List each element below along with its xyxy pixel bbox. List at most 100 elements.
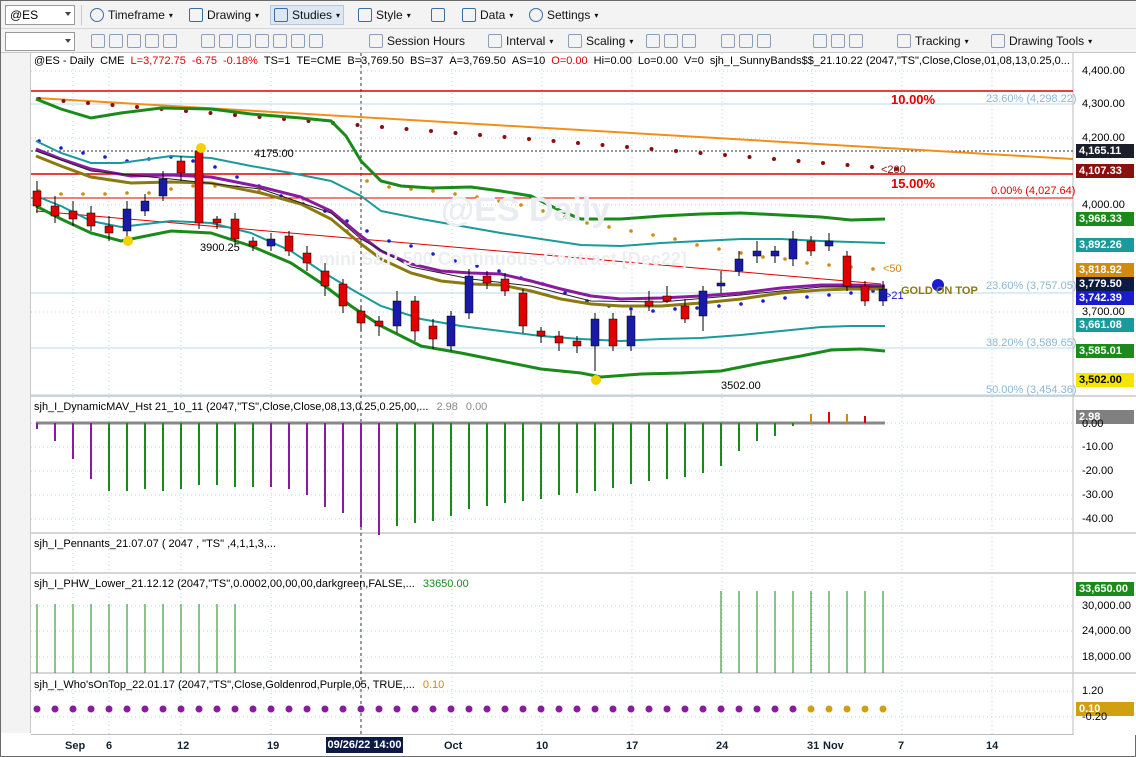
high-annotation: 4175.00 [254,148,294,160]
main-pane-title: @ES - Daily CME L=3,772.75 -6.75 -0.18% TS=1 T… [34,55,1076,67]
candle-body [824,240,834,247]
candle-body [788,238,798,260]
candle-body [644,300,654,307]
bid-value: B=3,769.50 [347,55,404,67]
x-axis-label: 12 [177,740,190,752]
ma200-dot [380,125,384,129]
candle-body [284,235,294,252]
ma21-dot [717,304,721,308]
candle-body [770,250,780,257]
candle-body [554,335,564,344]
ind2-title: sjh_I_Pennants_21.07.07 ( 2047 , "TS" ,4… [34,538,277,550]
ma200-dot [821,161,825,165]
ma21-dot [191,159,195,163]
candle-body [752,250,762,257]
ind4-dot [753,705,761,713]
te-value: TE=CME [296,55,342,67]
candle-body [842,255,852,287]
ma50-label: <50 [883,263,902,275]
ma21-dot [739,302,743,306]
ma200-dot [870,165,874,169]
ind4-dot [699,705,707,713]
candle-body [716,282,726,287]
ind4-dot [285,705,293,713]
ma50-dot [761,255,765,259]
ind4-dot [51,705,59,713]
candle-body [680,305,690,320]
ind1-title: sjh_I_DynamicMAV_Hst 21_10_11 (2047,"TS"… [34,401,488,413]
ma21-dot [59,146,63,150]
candle-body [464,275,474,314]
ind4-dot [249,705,257,713]
price-box-lower-teal: 3,661.08 [1076,318,1134,332]
pivot-high-dot [196,143,206,153]
ma50-dot [629,229,633,233]
candle-body [374,320,384,327]
candle-body [338,283,348,307]
candle-body [392,300,402,327]
ma21-dot [81,151,85,155]
ma50-dot [871,267,875,271]
ind4-title: sjh_I_Who'sOnTop_22.01.17 (2047,"TS",Clo… [34,679,445,691]
ma50-dot [717,247,721,251]
x-axis-label: 6 [106,740,113,752]
ind4-dot [609,705,617,713]
ind3-axis-label: 18,000.00 [1082,651,1131,663]
ind4-axis-label: -0.20 [1082,711,1108,723]
ind4-dot [393,705,401,713]
change-value: -6.75 [191,55,217,67]
ind4-dot [69,705,77,713]
ma200-dot [796,159,801,163]
chart-window: @ES Timeframe ▾ Drawing ▾ Studies ▾ Style ▾ … [0,0,1136,757]
ind4-dot [483,705,491,713]
ind4-dot [105,705,113,713]
ma21-dot [409,244,413,248]
ind4-dot [411,705,419,713]
ind4-dot [141,705,149,713]
candle-body [626,315,636,347]
low-value: Lo=0.00 [637,55,678,67]
price-box-ma50: 3,818.92 [1076,263,1134,277]
candle-body [158,178,168,197]
ma200-dot [600,143,605,147]
x-axis-label: Sep [65,740,86,752]
ind4-dot [447,705,455,713]
ma50-dot [651,233,655,237]
ind4-axis-label: 1.20 [1082,685,1104,697]
ma21-dot [783,296,787,300]
ask-size: AS=10 [511,55,546,67]
ma200-dot [86,101,90,105]
ind4-dot [429,705,437,713]
candle-body [86,212,96,227]
ma200-dot [502,135,507,139]
candle-body [212,218,222,224]
x-axis-label: 10 [536,740,549,752]
ma200-dot [551,139,556,143]
cursor-time-label: 09/26/22 14:00 [326,737,403,753]
price-box-low: 3,502.00 [1076,373,1134,387]
candle-body [230,218,240,240]
ma50-dot [103,192,107,196]
fib50-label: 50.00% (3,454.36) [986,384,1077,396]
ma200-dot [772,157,776,161]
ma50-dot [147,191,151,195]
high-value: Hi=0.00 [593,55,632,67]
ma200-dot [453,131,458,135]
x-axis-label: 17 [626,740,639,752]
ind4-dot [663,705,671,713]
chart-canvas[interactable] [1,1,1136,757]
candle-body [608,318,618,347]
ma21-dot [387,239,391,243]
candle-body [590,318,600,347]
price-box-orange: 4,165.11 [1076,144,1134,158]
ind4-dot [627,705,635,713]
candle-body [266,238,276,247]
candle-body [122,208,132,232]
ind4-dot [879,705,887,713]
ind1-axis-label: -20.00 [1082,465,1114,477]
ind4-dot [357,705,365,713]
ind4-dot [519,705,527,713]
ind4-dot [303,705,311,713]
ma200-dot [61,99,66,103]
candle-body [446,315,456,347]
